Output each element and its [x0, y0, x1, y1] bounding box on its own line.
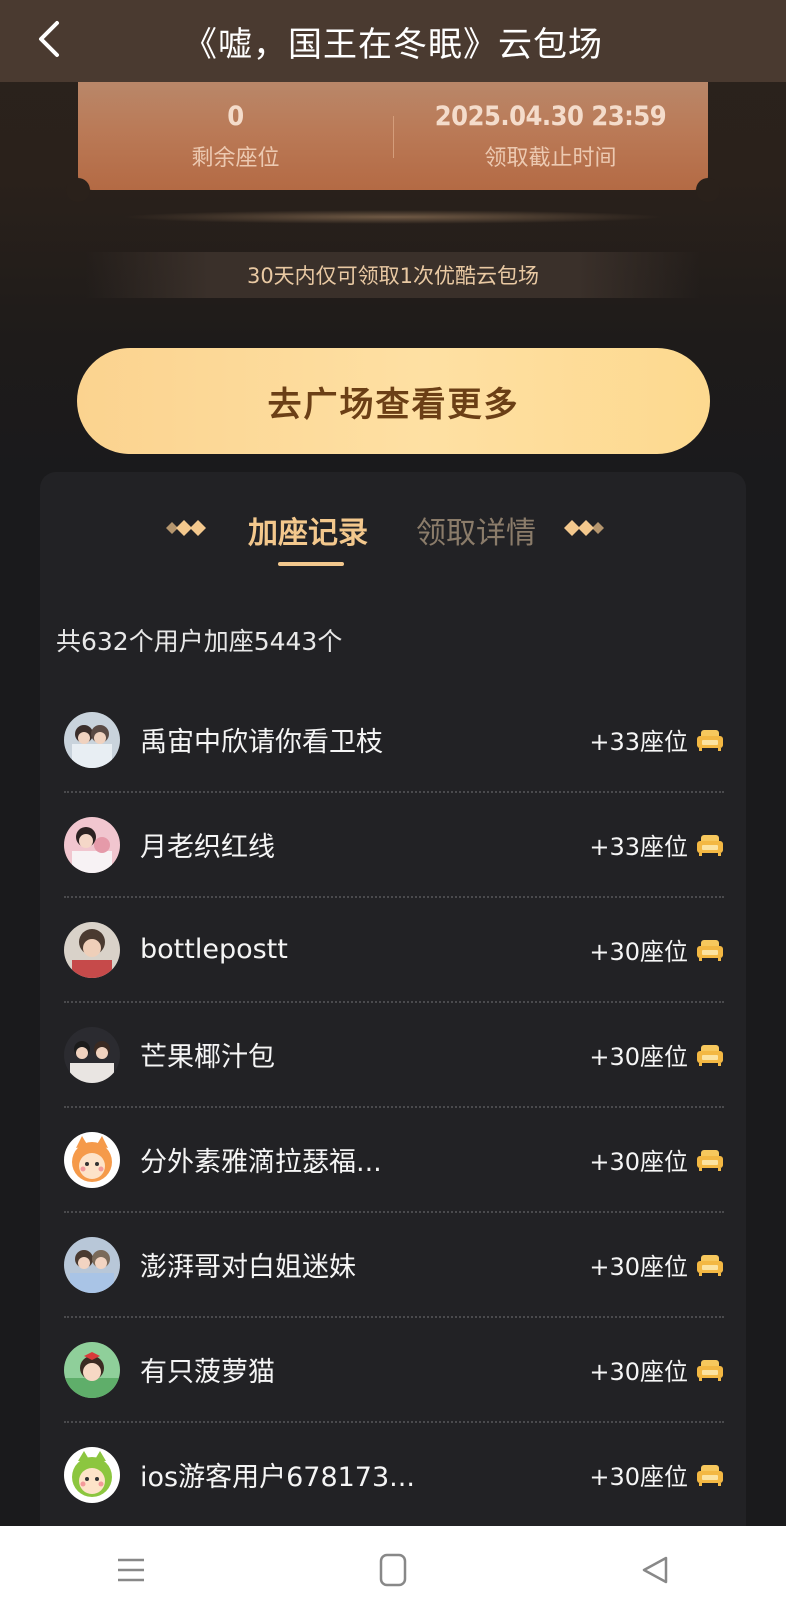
ticket-divider [393, 116, 394, 158]
seat-count: +30座位 [589, 1148, 688, 1176]
remaining-seats-label: 剩余座位 [191, 145, 280, 171]
notice-banner: 30天内仅可领取1次优酷云包场 [86, 252, 700, 298]
seat-count: +33座位 [589, 728, 688, 756]
seat-count: +30座位 [589, 1463, 688, 1491]
user-name: 分外素雅滴拉瑟福... [140, 1147, 382, 1178]
page-title: 《嘘，国王在冬眠》云包场 [183, 24, 603, 65]
chevron-left-icon [39, 21, 59, 57]
sofa-icon [697, 1044, 723, 1066]
home-icon [379, 1553, 407, 1587]
list-item[interactable]: bottlepostt +30座位 [64, 898, 724, 1003]
tab-claim-details[interactable]: 领取详情 [416, 508, 536, 552]
list-item[interactable]: 澎湃哥对白姐迷妹 +30座位 [64, 1213, 724, 1318]
sofa-icon [697, 939, 723, 961]
avatar [64, 1341, 120, 1398]
remaining-seats-block: 0 剩余座位 [78, 82, 393, 190]
avatar [64, 816, 120, 873]
home-button[interactable] [363, 1540, 423, 1600]
user-name: 有只菠萝猫 [140, 1357, 275, 1388]
avatar [64, 1446, 120, 1503]
back-nav-button[interactable] [625, 1540, 685, 1600]
seat-count: +33座位 [589, 833, 688, 861]
user-name: bottlepostt [140, 934, 288, 965]
active-tab-indicator [278, 562, 344, 566]
ticket-card: 0 剩余座位 2025.04.30 23:59 领取截止时间 [66, 82, 720, 202]
menu-icon [118, 1558, 144, 1582]
deadline-value: 2025.04.30 23:59 [434, 100, 667, 132]
records-panel: 加座记录 领取详情 共632个用户加座5443个 禹宙中欣请你看卫枝 +33座位… [40, 472, 746, 1614]
records-list: 禹宙中欣请你看卫枝 +33座位 月老织红线 +33座位 bottlepostt … [64, 688, 724, 1528]
records-summary: 共632个用户加座5443个 [56, 627, 343, 656]
list-item[interactable]: ios游客用户678173... +30座位 [64, 1423, 724, 1528]
sofa-icon [697, 1254, 723, 1276]
avatar [64, 711, 120, 768]
avatar [64, 1026, 120, 1083]
list-item[interactable]: 有只菠萝猫 +30座位 [64, 1318, 724, 1423]
seat-count: +30座位 [589, 938, 688, 966]
deadline-block: 2025.04.30 23:59 领取截止时间 [393, 82, 708, 190]
avatar [64, 921, 120, 978]
list-item[interactable]: 月老织红线 +33座位 [64, 793, 724, 898]
avatar [64, 1131, 120, 1188]
remaining-seats-value: 0 [227, 100, 244, 132]
list-item[interactable]: 分外素雅滴拉瑟福... +30座位 [64, 1108, 724, 1213]
back-button[interactable] [26, 16, 72, 62]
seat-count: +30座位 [589, 1043, 688, 1071]
tab-bar: 加座记录 领取详情 [40, 508, 746, 588]
sofa-icon [697, 1149, 723, 1171]
seat-count: +30座位 [589, 1358, 688, 1386]
sofa-icon [697, 1464, 723, 1486]
top-bar: 《嘘，国王在冬眠》云包场 [0, 0, 786, 82]
deadline-label: 领取截止时间 [484, 145, 617, 171]
go-plaza-button[interactable]: 去广场查看更多 [77, 348, 710, 454]
sofa-icon [697, 729, 723, 751]
user-name: 澎湃哥对白姐迷妹 [140, 1252, 356, 1283]
user-name: 禹宙中欣请你看卫枝 [140, 727, 383, 758]
avatar [64, 1236, 120, 1293]
list-item[interactable]: 芒果椰汁包 +30座位 [64, 1003, 724, 1108]
user-name: 月老织红线 [140, 832, 275, 863]
back-triangle-icon [642, 1556, 668, 1584]
sofa-icon [697, 1359, 723, 1381]
seat-count: +30座位 [589, 1253, 688, 1281]
decorative-glow [120, 210, 666, 224]
diamond-decoration-icon [166, 520, 206, 536]
menu-button[interactable] [101, 1540, 161, 1600]
tab-seat-records[interactable]: 加座记录 [248, 508, 368, 552]
user-name: 芒果椰汁包 [140, 1042, 275, 1073]
diamond-decoration-icon [564, 520, 604, 536]
sofa-icon [697, 834, 723, 856]
system-nav-bar [0, 1526, 786, 1614]
user-name: ios游客用户678173... [140, 1462, 415, 1493]
list-item[interactable]: 禹宙中欣请你看卫枝 +33座位 [64, 688, 724, 793]
